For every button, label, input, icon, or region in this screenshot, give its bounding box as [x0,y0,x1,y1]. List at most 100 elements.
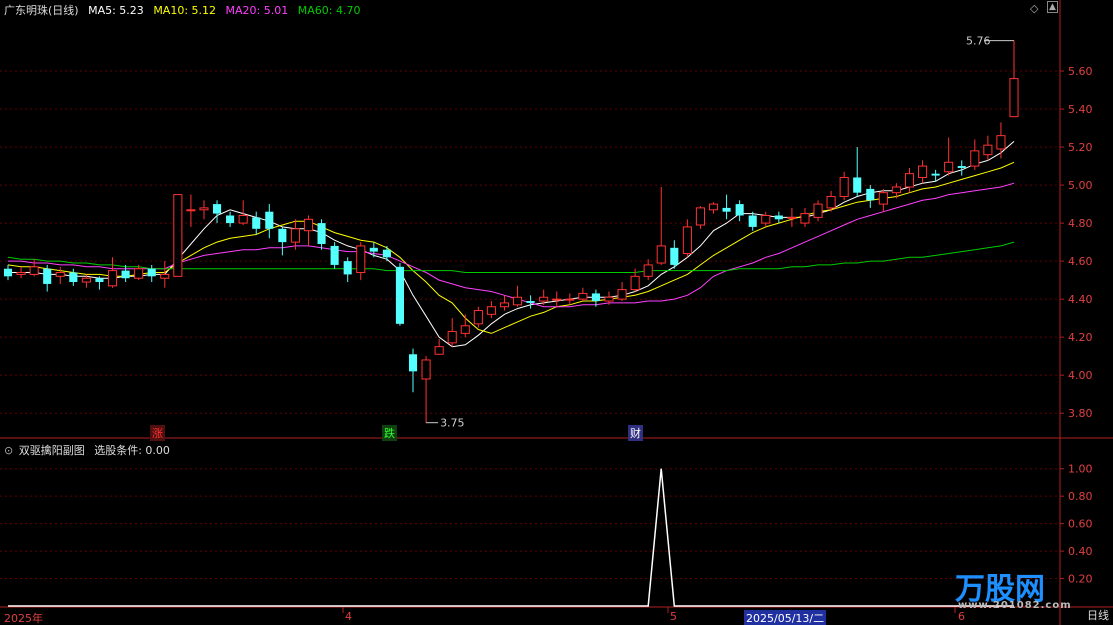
candle-body [317,223,326,245]
period-label[interactable]: 日线 [1087,607,1109,623]
candle-body [473,310,483,325]
ma20-label: MA20: 5.01 [225,4,289,17]
candle-body [460,325,470,334]
candle-body [199,207,209,211]
main-tick-label: 4.40 [1068,293,1093,306]
main-tick-label: 5.00 [1068,179,1093,192]
stock-title: 广东明珠(日线) [4,4,79,17]
main-tick-label: 4.00 [1068,369,1093,382]
candle-body [486,306,496,315]
ma10-label: MA10: 5.12 [153,4,217,17]
candle-body [656,245,666,264]
candle-body [617,289,627,300]
candle-body [578,292,588,300]
candle-body [630,275,640,291]
candle-body [643,264,653,277]
candle-body [369,247,378,252]
candle-body [55,272,65,277]
candle-body [512,296,523,306]
candle-body [252,217,261,229]
candle-body [265,211,274,229]
x-label-year: 2025年 [4,612,43,625]
brand-url: www.201082.com [958,600,1072,611]
candle-body [343,261,352,275]
ma-line-ma10 [7,161,1015,334]
selection-condition: 选股条件: 0.00 [94,444,170,457]
kline-chart[interactable]: 3.80 4.00 4.20 4.40 4.60 4.80 5.00 5.20 5.40 5.60… [0,0,1113,625]
candle-body [147,268,156,277]
candle-body [970,150,980,167]
ma-line-ma60 [7,241,1015,273]
main-tick-label: 5.60 [1068,65,1093,78]
candle-body [107,270,118,287]
candle-body [787,216,797,219]
candle-body [839,176,849,197]
candle-body [134,268,144,279]
candle-body [226,215,235,224]
sub-tick-label: 0.20 [1068,573,1093,586]
candle-body [434,346,444,355]
candle-body [499,302,510,308]
candle-body [526,301,535,303]
candle-body [591,293,600,302]
candle-body [408,354,418,372]
marker-zhang[interactable]: 涨 [150,425,165,441]
sub-signal-line [8,468,1014,607]
candle-body [212,204,222,214]
candle-body [447,330,457,344]
candle-body [303,218,314,232]
candle-body [81,277,91,283]
candle-body [722,207,731,212]
candle-body [891,186,901,194]
candle-body [290,228,300,243]
candle-body [853,177,862,193]
ma-line-ma5 [8,141,1015,348]
candle-body [395,266,404,324]
candle-body [604,296,614,302]
diamond-icon[interactable]: ◇ [1030,2,1038,15]
candle-body [29,266,39,275]
candle-body [539,296,549,302]
candle-body [813,203,823,218]
candle-body [278,228,287,243]
x-label-may: 5 [670,610,677,623]
candle-body [186,209,196,212]
main-tick-label: 3.80 [1068,407,1093,420]
candle-body [735,204,744,216]
candle-body [238,214,248,224]
sub-tick-label: 0.80 [1068,490,1093,503]
sub-tick-label: 0.40 [1068,545,1093,558]
scroll-up-icon[interactable]: ▲ [1047,1,1058,13]
main-chart-header: 广东明珠(日线) MA5: 5.23 MA10: 5.12 MA20: 5.01… [4,2,366,18]
candle-body [421,359,431,380]
main-tick-label: 4.20 [1068,331,1093,344]
candle-body [670,247,679,265]
sub-tick-label: 1.00 [1068,463,1093,476]
candle-body [748,215,757,227]
chart-stage: 3.80 4.00 4.20 4.40 4.60 4.80 5.00 5.20 5.40 5.60… [0,0,1113,625]
sub-chart-header: ⊙ 双驱擒阳副图 选股条件: 0.00 [4,442,176,458]
candle-body [957,166,966,168]
candle-body [43,268,52,284]
main-tick-label: 4.60 [1068,255,1093,268]
marker-cai[interactable]: 财 [628,425,643,441]
candle-body [121,270,130,279]
candle-body [774,215,783,220]
collapse-icon[interactable]: ⊙ [4,444,13,457]
x-label-june: 6 [958,610,965,623]
candle-body [16,272,26,275]
ma60-label: MA60: 4.70 [297,4,361,17]
candle-body [983,144,993,156]
candle-body [931,173,940,176]
candle-body [356,245,366,274]
candle-body [996,135,1006,150]
candle-body [330,245,339,265]
candle-body [708,203,719,211]
candle-body [761,214,771,224]
main-tick-label: 4.80 [1068,217,1093,230]
candle-body [173,194,183,277]
marker-die[interactable]: 跌 [382,425,397,441]
candle-body [552,298,562,301]
candle-body [69,272,78,283]
candle-body [866,188,875,201]
